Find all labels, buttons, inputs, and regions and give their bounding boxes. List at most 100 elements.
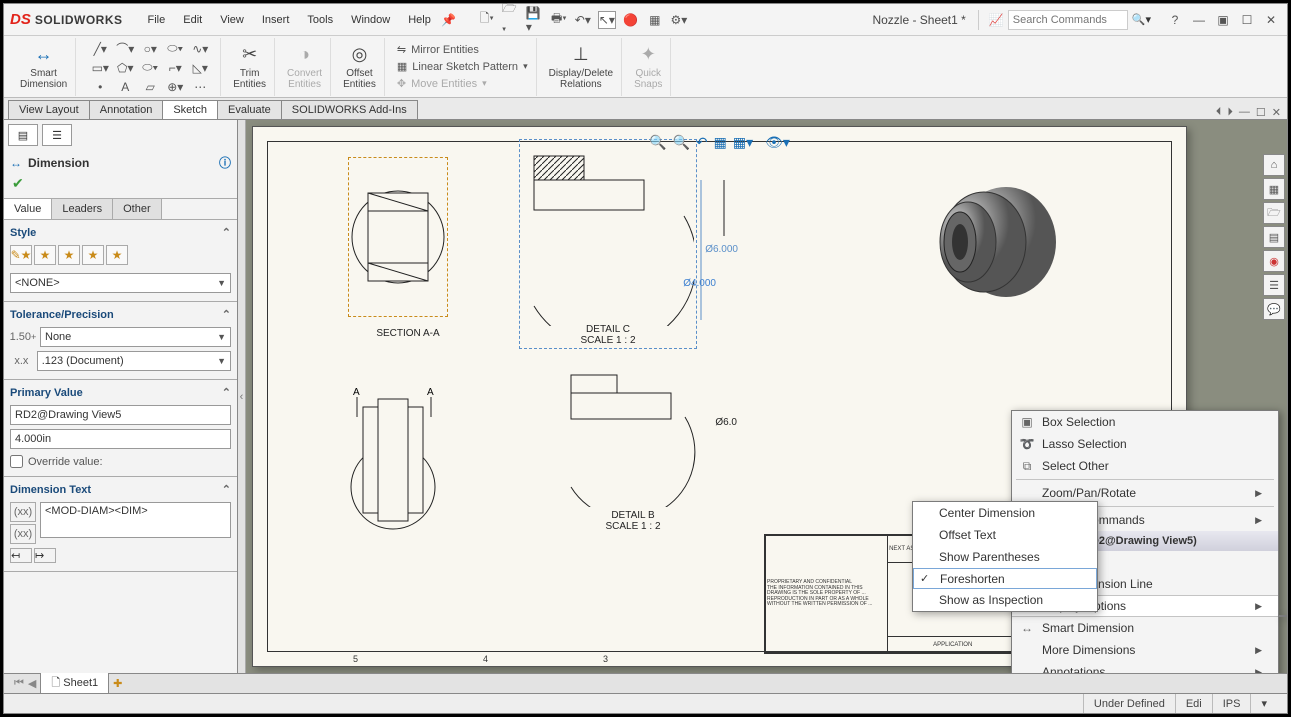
- sub-show-inspection[interactable]: Show as Inspection: [913, 589, 1097, 611]
- precision-select[interactable]: .123 (Document)▼: [37, 351, 231, 371]
- isometric-view[interactable]: [916, 167, 1066, 317]
- dimtext-above-icon[interactable]: (xx): [10, 502, 36, 522]
- smart-dimension-button[interactable]: ↔ Smart Dimension: [12, 38, 76, 96]
- chevron-up-icon[interactable]: ⌃: [222, 386, 231, 399]
- sub-offset-text[interactable]: Offset Text: [913, 524, 1097, 546]
- doc-max-icon[interactable]: ☐: [1256, 106, 1266, 119]
- add-sheet-icon[interactable]: ✚: [113, 677, 122, 690]
- override-checkbox[interactable]: Override value:: [10, 455, 231, 468]
- ctx-annotations[interactable]: Annotations▶: [1012, 661, 1278, 673]
- pm-subtab-other[interactable]: Other: [113, 199, 162, 219]
- sub-foreshorten[interactable]: ✓Foreshorten: [913, 568, 1097, 589]
- appearances-icon[interactable]: ◉: [1263, 250, 1285, 272]
- open-icon[interactable]: 🗁▾: [502, 11, 520, 29]
- pin-icon[interactable]: 📌: [440, 11, 458, 29]
- tab-evaluate[interactable]: Evaluate: [217, 100, 282, 119]
- help-icon[interactable]: ?: [1165, 11, 1185, 29]
- offset-entities-button[interactable]: ◎ Offset Entities: [335, 38, 385, 96]
- sketch-tools-grid[interactable]: ╱▾⌒▾○▾⬭▾∿▾ ▭▾⬠▾⬭▾⌐▾◺▾ •A▱⊕▾⋯: [80, 38, 221, 96]
- chevron-up-icon[interactable]: ⌃: [222, 483, 231, 496]
- forum-icon[interactable]: 💬: [1263, 298, 1285, 320]
- dimtext-center-icon[interactable]: (xx): [10, 524, 36, 544]
- panel-splitter[interactable]: [238, 120, 246, 673]
- file-explorer-icon[interactable]: 🗁: [1263, 202, 1285, 224]
- chevron-up-icon[interactable]: ⌃: [222, 308, 231, 321]
- sheet-nav-prev-icon[interactable]: ◀: [28, 677, 36, 690]
- pm-subtab-value[interactable]: Value: [4, 199, 52, 219]
- pm-help-icon[interactable]: ⓘ: [219, 154, 231, 171]
- pm-ok-button[interactable]: ✔: [4, 175, 237, 192]
- menu-tools[interactable]: Tools: [298, 11, 342, 29]
- primary-value-field[interactable]: 4.000in: [10, 429, 231, 449]
- new-icon[interactable]: 🗋▾: [478, 11, 496, 29]
- dimtext-field[interactable]: <MOD-DIAM><DIM>: [40, 502, 231, 538]
- menu-view[interactable]: View: [211, 11, 253, 29]
- search-input[interactable]: [1008, 10, 1128, 30]
- property-manager: ▤ ☰ ↔ Dimension ⓘ ✔ Value Leaders Other …: [4, 120, 238, 673]
- sub-center-dimension[interactable]: Center Dimension: [913, 502, 1097, 524]
- offset-icon: ◎: [345, 44, 373, 66]
- justify-right-icon[interactable]: ↦: [34, 548, 56, 563]
- view-palette-icon[interactable]: ▤: [1263, 226, 1285, 248]
- menu-insert[interactable]: Insert: [253, 11, 299, 29]
- design-library-icon[interactable]: ▦: [1263, 178, 1285, 200]
- rebuild-icon[interactable]: 🔴: [622, 11, 640, 29]
- menu-help[interactable]: Help: [399, 11, 440, 29]
- justify-left-icon[interactable]: ↤: [10, 548, 32, 563]
- pm-tab-feature-icon[interactable]: ▤: [8, 124, 38, 146]
- tolerance-type-select[interactable]: None▼: [40, 327, 231, 347]
- ctx-box-selection[interactable]: ▣Box Selection: [1012, 411, 1278, 433]
- minimize-icon[interactable]: —: [1189, 11, 1209, 29]
- print-icon[interactable]: 🖶▾: [550, 11, 568, 29]
- doc-close-icon[interactable]: ✕: [1272, 106, 1281, 119]
- heads-up-toolbar[interactable]: 🔍🔍↶▦▦▾👁▾: [641, 131, 798, 153]
- style-select[interactable]: <NONE>▼: [10, 273, 231, 293]
- sub-show-parentheses[interactable]: Show Parentheses: [913, 546, 1097, 568]
- primary-name-field[interactable]: RD2@Drawing View5: [10, 405, 231, 425]
- tab-annotation[interactable]: Annotation: [89, 100, 164, 119]
- trim-entities-button[interactable]: ✂ Trim Entities: [225, 38, 275, 96]
- display-relations-button[interactable]: ⊥ Display/Delete Relations: [541, 38, 622, 96]
- restore-icon[interactable]: ▣: [1213, 11, 1233, 29]
- options-icon[interactable]: ▦: [646, 11, 664, 29]
- custom-props-icon[interactable]: ☰: [1263, 274, 1285, 296]
- front-view[interactable]: AA: [333, 377, 473, 537]
- detail-b-view[interactable]: DETAIL B SCALE 1 : 2 Ø6.0: [563, 367, 703, 532]
- search-chart-icon[interactable]: 📈: [989, 13, 1004, 27]
- menu-file[interactable]: File: [139, 11, 175, 29]
- close-icon[interactable]: ✕: [1261, 11, 1281, 29]
- search-icon[interactable]: 🔍▾: [1132, 13, 1151, 26]
- status-units[interactable]: IPS: [1212, 694, 1251, 713]
- next-doc-icon[interactable]: ⏵: [1227, 106, 1233, 119]
- tab-sketch[interactable]: Sketch: [162, 100, 218, 119]
- save-icon[interactable]: 💾▾: [526, 11, 544, 29]
- ctx-lasso-selection[interactable]: ➰Lasso Selection: [1012, 433, 1278, 455]
- style-favorites-row[interactable]: ✎★★★★★: [10, 241, 231, 269]
- sheet-nav-first-icon[interactable]: ⏮: [14, 677, 24, 690]
- maximize-icon[interactable]: ☐: [1237, 11, 1257, 29]
- sheet-tab-1[interactable]: 🗋 Sheet1: [40, 672, 109, 695]
- pattern-tools[interactable]: ⇋Mirror Entities ▦Linear Sketch Pattern▾…: [389, 38, 537, 96]
- settings-icon[interactable]: ⚙▾: [670, 11, 688, 29]
- home-icon[interactable]: ⌂: [1263, 154, 1285, 176]
- pm-subtab-leaders[interactable]: Leaders: [52, 199, 113, 219]
- doc-min-icon[interactable]: —: [1239, 106, 1250, 119]
- menu-window[interactable]: Window: [342, 11, 399, 29]
- undo-icon[interactable]: ↶▾: [574, 11, 592, 29]
- detail-c-view[interactable]: DETAIL C SCALE 1 : 2 Ø6.000 Ø4.000: [519, 139, 697, 349]
- ctx-smart-dimension[interactable]: ↔Smart Dimension: [1012, 617, 1278, 639]
- relations-icon: ⊥: [567, 44, 595, 66]
- pm-tab-property-icon[interactable]: ☰: [42, 124, 72, 146]
- drawing-canvas[interactable]: 🔍🔍↶▦▦▾👁▾ SECTION A-A: [246, 120, 1287, 673]
- status-more-icon[interactable]: ▾: [1250, 694, 1277, 713]
- app-logo: DS SOLIDWORKS: [10, 11, 135, 28]
- menu-edit[interactable]: Edit: [174, 11, 211, 29]
- dim-6b[interactable]: Ø6.0: [715, 417, 737, 428]
- ctx-select-other[interactable]: ⧉Select Other: [1012, 455, 1278, 477]
- tab-addins[interactable]: SOLIDWORKS Add-Ins: [281, 100, 418, 119]
- tab-view-layout[interactable]: View Layout: [8, 100, 90, 119]
- prev-doc-icon[interactable]: ⏴: [1216, 106, 1222, 119]
- select-icon[interactable]: ↖▾: [598, 11, 616, 29]
- chevron-up-icon[interactable]: ⌃: [222, 226, 231, 239]
- ctx-more-dimensions[interactable]: More Dimensions▶: [1012, 639, 1278, 661]
